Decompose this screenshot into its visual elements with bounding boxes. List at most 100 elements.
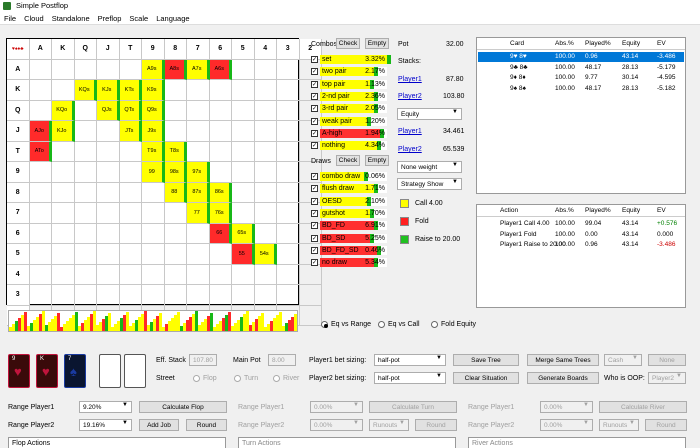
- grid-cell[interactable]: [232, 59, 255, 80]
- combos-checkbox[interactable]: ✓: [311, 68, 318, 76]
- draws-checkbox[interactable]: ✓: [311, 234, 318, 242]
- street-radio[interactable]: [193, 375, 200, 382]
- grid-cell-hand[interactable]: T8s: [164, 141, 187, 162]
- draws-empty-button[interactable]: Empty: [365, 155, 389, 166]
- grid-cell-hand[interactable]: A6s: [209, 59, 232, 80]
- grid-cell-hand[interactable]: KTs: [119, 80, 142, 101]
- action_table-header[interactable]: EV: [657, 207, 666, 214]
- save-tree-button[interactable]: Save Tree: [453, 354, 519, 366]
- grid-cell[interactable]: [52, 203, 75, 224]
- empty-card-slot[interactable]: [99, 354, 121, 388]
- menu-item-language[interactable]: Language: [152, 12, 193, 23]
- flop-range-p2-select[interactable]: 19.16% ▼: [79, 419, 132, 431]
- draws-checkbox[interactable]: ✓: [311, 185, 318, 193]
- grid-cell[interactable]: [232, 100, 255, 121]
- player2-link[interactable]: Player2: [398, 93, 422, 100]
- grid-cell[interactable]: [97, 141, 120, 162]
- grid-cell[interactable]: [277, 100, 300, 121]
- empty-card-slot[interactable]: [124, 354, 146, 388]
- grid-cell-hand[interactable]: KJs: [97, 80, 120, 101]
- p1-bet-sizing-select[interactable]: half-pot ▼: [374, 354, 446, 366]
- grid-cell[interactable]: [277, 203, 300, 224]
- grid-cell[interactable]: [232, 182, 255, 203]
- grid-cell[interactable]: [164, 223, 187, 244]
- grid-cell[interactable]: [142, 285, 165, 306]
- grid-cell-hand[interactable]: A9s: [142, 59, 165, 80]
- grid-cell[interactable]: [232, 121, 255, 142]
- grid-cell[interactable]: [232, 264, 255, 285]
- grid-cell-hand[interactable]: J9s: [142, 121, 165, 142]
- grid-cell[interactable]: [52, 223, 75, 244]
- grid-cell-hand[interactable]: 54s: [254, 244, 277, 265]
- card-table[interactable]: Card Abs.% Played% Equity EV 9♥ 8♥ 100.00 0.96 4…: [476, 37, 686, 194]
- grid-cell[interactable]: [119, 203, 142, 224]
- grid-cell[interactable]: [52, 244, 75, 265]
- grid-cell[interactable]: [277, 223, 300, 244]
- menu-item-scale[interactable]: Scale: [125, 12, 152, 23]
- table-row[interactable]: 9♣ 8♣ 100.00 48.17 28.13 -5.179: [478, 63, 684, 73]
- grid-cell[interactable]: [209, 244, 232, 265]
- street-radio[interactable]: [273, 375, 280, 382]
- draws-checkbox[interactable]: ✓: [311, 259, 318, 267]
- grid-cell[interactable]: [119, 162, 142, 183]
- grid-cell[interactable]: [187, 100, 210, 121]
- grid-cell[interactable]: [164, 121, 187, 142]
- range-grid[interactable]: ♥♠♦♣AAKKQQJJTT9988776655443322A9sA8sA7sA…: [6, 38, 322, 326]
- grid-cell[interactable]: [74, 264, 97, 285]
- grid-cell[interactable]: [97, 223, 120, 244]
- grid-cell[interactable]: [164, 264, 187, 285]
- menu-item-file[interactable]: File: [0, 12, 20, 23]
- grid-cell[interactable]: [187, 141, 210, 162]
- grid-cell[interactable]: [254, 141, 277, 162]
- grid-cell[interactable]: [74, 100, 97, 121]
- grid-cell[interactable]: [74, 59, 97, 80]
- grid-cell-hand[interactable]: 65s: [232, 223, 255, 244]
- table-row[interactable]: Player1 Fold 100.00 0.00 43.14 0.000: [478, 230, 684, 240]
- grid-cell-hand[interactable]: 86s: [209, 182, 232, 203]
- grid-cell[interactable]: [52, 162, 75, 183]
- grid-cell[interactable]: [254, 264, 277, 285]
- grid-cell[interactable]: [119, 182, 142, 203]
- grid-cell[interactable]: [209, 162, 232, 183]
- card_table-header[interactable]: Played%: [585, 40, 611, 47]
- grid-cell-hand[interactable]: 87s: [187, 182, 210, 203]
- combos-checkbox[interactable]: ✓: [311, 92, 318, 100]
- river-runouts-select[interactable]: Runouts ▼: [599, 419, 639, 431]
- grid-cell[interactable]: [52, 80, 75, 101]
- grid-cell[interactable]: [52, 182, 75, 203]
- grid-cell[interactable]: [52, 264, 75, 285]
- grid-cell[interactable]: [299, 264, 322, 285]
- grid-cell[interactable]: [277, 244, 300, 265]
- grid-cell[interactable]: [97, 182, 120, 203]
- grid-cell[interactable]: [164, 100, 187, 121]
- grid-cell-hand[interactable]: T9s: [142, 141, 165, 162]
- grid-cell[interactable]: [277, 59, 300, 80]
- grid-cell-hand[interactable]: ATo: [29, 141, 52, 162]
- card_table-header[interactable]: EV: [657, 40, 666, 47]
- grid-cell[interactable]: [209, 141, 232, 162]
- grid-cell[interactable]: [277, 121, 300, 142]
- grid-cell[interactable]: [119, 141, 142, 162]
- grid-cell[interactable]: [142, 182, 165, 203]
- grid-cell[interactable]: [232, 203, 255, 224]
- grid-cell[interactable]: [254, 285, 277, 306]
- grid-cell[interactable]: [277, 285, 300, 306]
- grid-cell[interactable]: [97, 203, 120, 224]
- calculate-turn-button[interactable]: Calculate Turn: [369, 401, 457, 413]
- combos-checkbox[interactable]: ✓: [311, 117, 318, 125]
- grid-cell-hand[interactable]: KQs: [74, 80, 97, 101]
- cash-select[interactable]: Cash ▼: [604, 354, 642, 366]
- grid-cell[interactable]: [29, 59, 52, 80]
- grid-cell[interactable]: [97, 121, 120, 142]
- draws-checkbox[interactable]: ✓: [311, 222, 318, 230]
- grid-cell-hand[interactable]: 55: [232, 244, 255, 265]
- grid-cell[interactable]: [187, 264, 210, 285]
- grid-cell-hand[interactable]: Q9s: [142, 100, 165, 121]
- menu-item-standalone[interactable]: Standalone: [48, 12, 94, 23]
- analysis-mode-radio[interactable]: [431, 321, 438, 328]
- action_table-header[interactable]: Equity: [622, 207, 640, 214]
- grid-cell[interactable]: [277, 182, 300, 203]
- add-job-button[interactable]: Add Job: [139, 419, 179, 431]
- combos-checkbox[interactable]: ✓: [311, 80, 318, 88]
- grid-cell[interactable]: [277, 80, 300, 101]
